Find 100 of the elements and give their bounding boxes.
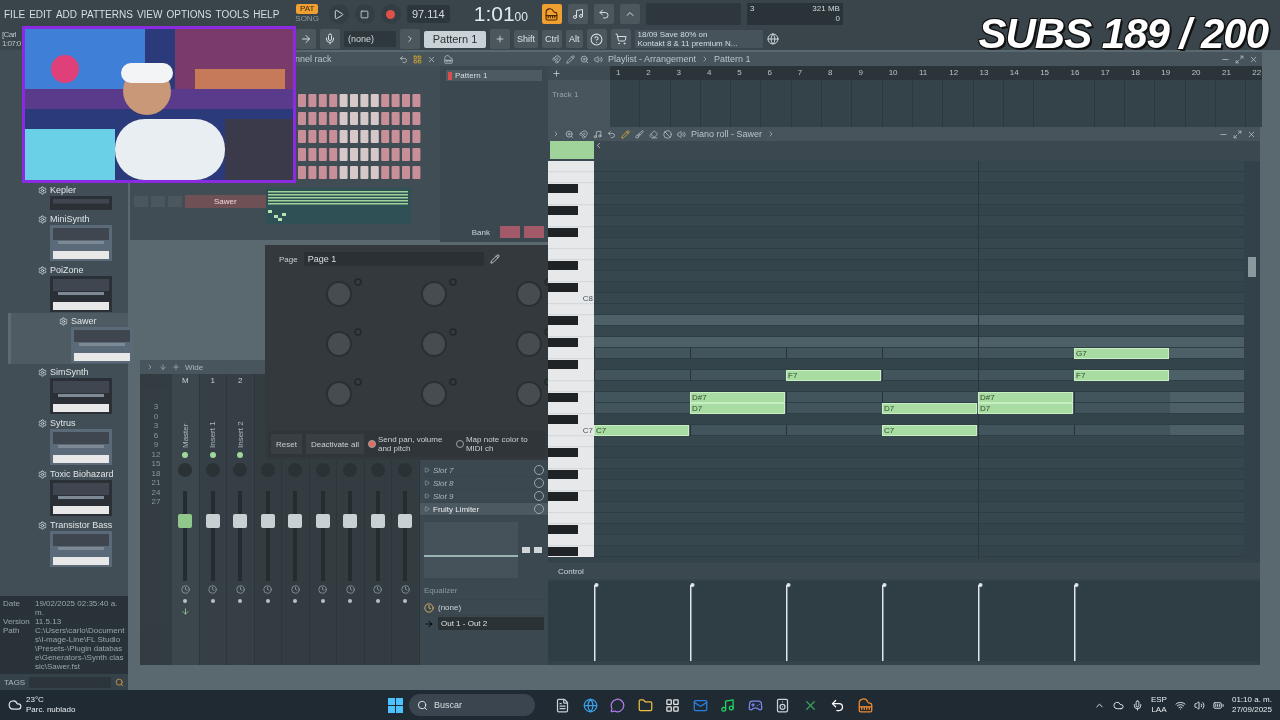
add-pattern-button[interactable] xyxy=(490,29,510,49)
browser-item[interactable]: PoiZone xyxy=(0,262,128,313)
clock-icon[interactable] xyxy=(318,585,328,594)
browser-item[interactable]: Sytrus xyxy=(0,415,128,466)
wifi-icon[interactable] xyxy=(1174,699,1186,711)
strip-enable-led[interactable] xyxy=(182,452,189,458)
clock-icon[interactable] xyxy=(290,585,300,594)
battery-icon[interactable] xyxy=(1212,699,1224,711)
control-lane-label[interactable]: Control xyxy=(558,566,584,576)
fader-thumb[interactable] xyxy=(233,513,248,528)
piano-icon[interactable] xyxy=(857,697,873,713)
browser-item[interactable]: Kepler xyxy=(0,182,128,211)
pattern-list-item[interactable]: Pattern 1 xyxy=(446,70,542,81)
clock-icon[interactable] xyxy=(400,585,410,594)
microphone-icon[interactable] xyxy=(1131,699,1143,711)
fader-thumb[interactable] xyxy=(370,513,385,528)
controller-button[interactable]: Deactivate all xyxy=(305,434,364,454)
grid-cell[interactable] xyxy=(786,425,882,435)
metronome-button[interactable] xyxy=(567,4,588,24)
note[interactable]: D7 xyxy=(882,403,977,414)
pencil-icon[interactable] xyxy=(489,254,500,264)
grid-cell[interactable] xyxy=(690,425,786,435)
search-icon[interactable] xyxy=(115,677,124,687)
tempo-field[interactable]: 97.114 xyxy=(406,5,450,23)
recording-button[interactable] xyxy=(619,4,640,24)
menu-item[interactable]: HELP xyxy=(253,8,280,20)
arrow-right-icon[interactable] xyxy=(424,618,434,629)
help-button[interactable] xyxy=(586,29,607,49)
play-button[interactable] xyxy=(328,4,349,24)
ban-icon[interactable] xyxy=(663,129,672,139)
timeline-ruler[interactable]: 1 2 3 4 5 6 7 8 9 10 11 12 13 14 15 16 17 18 19 20 21 22 xyxy=(610,66,1262,80)
folder-icon[interactable] xyxy=(637,697,653,713)
clock-icon[interactable] xyxy=(208,585,218,594)
browser-item[interactable]: SimSynth xyxy=(0,364,128,415)
grid-cell[interactable] xyxy=(594,348,690,358)
grid-cell[interactable] xyxy=(786,403,882,413)
pencil-icon[interactable] xyxy=(566,54,575,64)
note[interactable]: G7 xyxy=(1074,348,1169,359)
grid-cell[interactable] xyxy=(786,392,882,402)
grid-cell[interactable] xyxy=(978,370,1074,380)
pattern-menu-button[interactable] xyxy=(400,29,420,49)
grid-cell[interactable] xyxy=(690,348,786,358)
note-lane[interactable]: C7 C7 xyxy=(594,425,1244,436)
close-icon[interactable] xyxy=(1247,129,1256,139)
arrow-down-icon[interactable] xyxy=(180,607,190,616)
route-dot[interactable] xyxy=(403,599,408,603)
clock[interactable]: 01:10 a. m. 27/09/2025 xyxy=(1231,695,1272,715)
clock-icon[interactable] xyxy=(263,585,273,594)
route-dot[interactable] xyxy=(320,599,325,603)
menu-item[interactable]: EDIT xyxy=(29,8,52,20)
brush-icon[interactable] xyxy=(635,129,644,139)
search-field[interactable]: Buscar xyxy=(409,694,535,716)
typing-keyboard-button[interactable] xyxy=(541,4,562,24)
language-indicator[interactable]: ESP LAA xyxy=(1150,695,1167,715)
step-sequencer-drawing[interactable] xyxy=(298,94,423,182)
cloud-icon[interactable] xyxy=(1112,699,1124,711)
note[interactable]: F7 xyxy=(1074,370,1169,381)
fader-thumb[interactable] xyxy=(260,513,275,528)
note-lane[interactable]: F7 F7 xyxy=(594,370,1244,381)
channel-button[interactable]: Sawer xyxy=(184,195,266,208)
plus-icon[interactable] xyxy=(172,363,180,371)
route-dot[interactable] xyxy=(348,599,353,603)
note[interactable]: D#7 xyxy=(690,392,785,403)
arrow-button[interactable] xyxy=(296,29,316,49)
record-button[interactable] xyxy=(380,4,401,24)
magnet-icon[interactable] xyxy=(579,129,588,139)
browser-item[interactable]: MiniSynth xyxy=(0,211,128,262)
grid-cell[interactable] xyxy=(882,392,978,402)
clock-icon[interactable] xyxy=(345,585,355,594)
start-icon[interactable] xyxy=(388,697,403,713)
grid-cell[interactable] xyxy=(882,348,978,358)
strip-enable-led[interactable] xyxy=(209,452,216,458)
fader-thumb[interactable] xyxy=(178,513,193,528)
controller-button[interactable]: Reset xyxy=(271,434,302,454)
route-dot[interactable] xyxy=(265,599,270,603)
music-icon[interactable] xyxy=(593,129,602,139)
grid-cell[interactable] xyxy=(594,370,690,380)
zoom-icon[interactable] xyxy=(565,129,574,139)
eraser-icon[interactable] xyxy=(649,129,658,139)
grid-cell[interactable] xyxy=(978,425,1074,435)
pencil-icon[interactable] xyxy=(621,129,630,139)
zoom-icon[interactable] xyxy=(580,54,589,64)
clock-icon[interactable] xyxy=(424,602,434,613)
close-icon[interactable] xyxy=(1249,54,1258,64)
effect-slot[interactable]: Slot 7 xyxy=(420,464,548,477)
maximize-icon[interactable] xyxy=(1233,129,1242,139)
modifier-key[interactable]: Ctrl xyxy=(542,30,562,48)
clock-icon[interactable] xyxy=(373,585,383,594)
fader-thumb[interactable] xyxy=(343,513,358,528)
fader-thumb[interactable] xyxy=(205,513,220,528)
volume-icon[interactable] xyxy=(1193,699,1205,711)
effect-slot[interactable]: Slot 8 xyxy=(420,477,548,490)
news-panel[interactable]: 18/09 Save 80% on Kontakt 8 & 11 premium N... xyxy=(634,30,763,48)
strip-enable-led[interactable] xyxy=(237,452,244,458)
plus-icon[interactable] xyxy=(552,68,561,78)
chevron-right-icon[interactable] xyxy=(146,363,154,371)
input-label[interactable]: (none) xyxy=(438,603,462,612)
modifier-key[interactable]: Alt xyxy=(566,30,583,48)
note[interactable]: D7 xyxy=(978,403,1073,414)
note[interactable]: D#7 xyxy=(978,392,1073,403)
